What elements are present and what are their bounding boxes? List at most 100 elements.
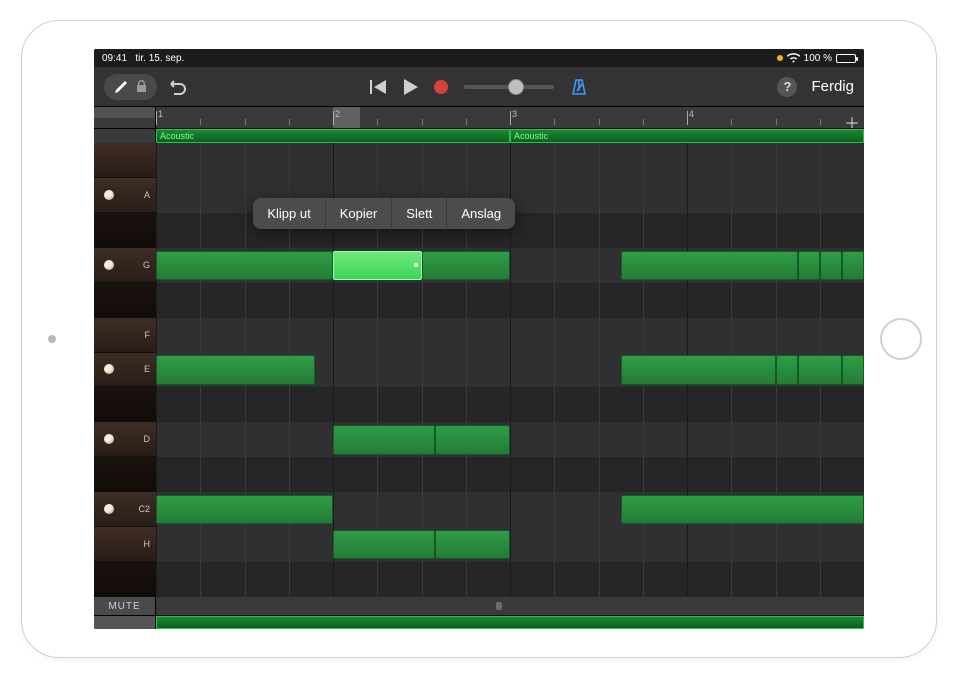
tick bbox=[510, 111, 511, 125]
key-label: E bbox=[144, 364, 150, 374]
fret-dot-icon bbox=[104, 364, 114, 374]
context-menu: Klipp utKopierSlettAnslag bbox=[253, 198, 515, 229]
context-menu-item[interactable]: Anslag bbox=[447, 198, 515, 229]
midi-note[interactable] bbox=[621, 251, 798, 280]
footer: MUTE bbox=[94, 597, 864, 615]
tick bbox=[776, 119, 777, 125]
ipad-home-button[interactable] bbox=[880, 318, 922, 360]
piano-key[interactable] bbox=[94, 387, 156, 422]
master-volume-slider[interactable] bbox=[464, 85, 554, 89]
metronome-icon bbox=[570, 78, 588, 96]
horizontal-scrollbar[interactable] bbox=[156, 597, 864, 615]
keys-column: A G F E D C2 H bbox=[94, 143, 156, 597]
rewind-button[interactable] bbox=[370, 80, 388, 94]
overview-strip[interactable] bbox=[94, 615, 864, 629]
midi-note-selected[interactable] bbox=[333, 251, 422, 280]
metronome-button[interactable] bbox=[570, 78, 588, 96]
piano-key[interactable]: G bbox=[94, 248, 156, 283]
done-button[interactable]: Ferdig bbox=[811, 78, 854, 95]
location-indicator-icon bbox=[777, 55, 783, 61]
piano-key[interactable]: F bbox=[94, 318, 156, 353]
status-right: 100 % bbox=[777, 53, 856, 64]
piano-key[interactable] bbox=[94, 283, 156, 318]
key-label: G bbox=[143, 260, 150, 270]
key-label: D bbox=[144, 434, 151, 444]
bar-label: 1 bbox=[158, 109, 163, 119]
midi-note[interactable] bbox=[798, 355, 842, 384]
record-button[interactable] bbox=[434, 80, 448, 94]
timeline-ruler-row: ＋ 1234 bbox=[94, 107, 864, 129]
midi-note[interactable] bbox=[842, 251, 864, 280]
key-label: H bbox=[144, 539, 151, 549]
midi-note[interactable] bbox=[333, 530, 435, 559]
tick bbox=[820, 119, 821, 125]
play-icon bbox=[404, 79, 418, 95]
bar-label: 4 bbox=[689, 109, 694, 119]
playhead-indicator[interactable] bbox=[333, 107, 360, 128]
piano-key[interactable] bbox=[94, 213, 156, 248]
note-grid[interactable]: Klipp utKopierSlettAnslag bbox=[156, 143, 864, 597]
piano-roll: A G F E D C2 H Klipp utKopierSlettAnslag bbox=[94, 143, 864, 597]
tick bbox=[245, 119, 246, 125]
help-button[interactable]: ? bbox=[777, 77, 797, 97]
edit-mode-toggle[interactable] bbox=[104, 74, 157, 100]
region-strip: AcousticAcoustic bbox=[94, 129, 864, 143]
undo-icon bbox=[167, 79, 187, 95]
region[interactable]: Acoustic bbox=[156, 129, 510, 143]
region[interactable]: Acoustic bbox=[510, 129, 864, 143]
status-time: 09:41 bbox=[102, 53, 127, 64]
midi-note[interactable] bbox=[333, 425, 435, 454]
tick bbox=[289, 119, 290, 125]
region-track[interactable]: AcousticAcoustic bbox=[156, 129, 864, 143]
timeline-ruler[interactable]: ＋ 1234 bbox=[156, 107, 864, 128]
piano-key[interactable] bbox=[94, 143, 156, 178]
tick bbox=[200, 119, 201, 125]
piano-key[interactable]: H bbox=[94, 527, 156, 562]
midi-note[interactable] bbox=[776, 355, 798, 384]
grid-line bbox=[599, 143, 600, 597]
ruler-gutter bbox=[94, 107, 156, 128]
mute-button[interactable]: MUTE bbox=[94, 597, 156, 615]
tick bbox=[466, 119, 467, 125]
scroll-thumb[interactable] bbox=[496, 602, 502, 610]
midi-note[interactable] bbox=[156, 251, 333, 280]
piano-key[interactable] bbox=[94, 562, 156, 597]
tick bbox=[687, 111, 688, 125]
midi-note[interactable] bbox=[435, 530, 510, 559]
key-label: A bbox=[144, 190, 150, 200]
tick bbox=[599, 119, 600, 125]
midi-note[interactable] bbox=[435, 425, 510, 454]
fret-dot-icon bbox=[104, 260, 114, 270]
piano-key[interactable] bbox=[94, 457, 156, 492]
ipad-frame: 09:41 tir. 15. sep. 100 % bbox=[21, 20, 937, 658]
piano-key[interactable]: C2 bbox=[94, 492, 156, 527]
battery-icon bbox=[836, 54, 856, 63]
context-menu-item[interactable]: Klipp ut bbox=[253, 198, 325, 229]
piano-key[interactable]: D bbox=[94, 422, 156, 457]
piano-key[interactable]: A bbox=[94, 178, 156, 213]
battery-pct: 100 % bbox=[804, 53, 832, 64]
tick bbox=[156, 111, 157, 125]
midi-note[interactable] bbox=[621, 355, 776, 384]
context-menu-item[interactable]: Kopier bbox=[326, 198, 393, 229]
volume-knob[interactable] bbox=[508, 79, 524, 95]
skip-back-icon bbox=[370, 80, 388, 94]
toolbar: ? Ferdig bbox=[94, 67, 864, 107]
ipad-camera-dot bbox=[48, 335, 56, 343]
add-bar-button[interactable]: ＋ bbox=[844, 110, 860, 128]
midi-note[interactable] bbox=[798, 251, 820, 280]
bar-label: 3 bbox=[512, 109, 517, 119]
midi-note[interactable] bbox=[156, 495, 333, 524]
midi-note[interactable] bbox=[422, 251, 511, 280]
context-menu-item[interactable]: Slett bbox=[392, 198, 447, 229]
midi-note[interactable] bbox=[820, 251, 842, 280]
piano-key[interactable]: E bbox=[94, 353, 156, 388]
undo-button[interactable] bbox=[167, 79, 187, 95]
midi-note[interactable] bbox=[621, 495, 864, 524]
midi-note[interactable] bbox=[842, 355, 864, 384]
play-button[interactable] bbox=[404, 79, 418, 95]
tick bbox=[554, 119, 555, 125]
key-label: F bbox=[145, 330, 151, 340]
midi-note[interactable] bbox=[156, 355, 315, 384]
status-left: 09:41 tir. 15. sep. bbox=[102, 53, 184, 64]
